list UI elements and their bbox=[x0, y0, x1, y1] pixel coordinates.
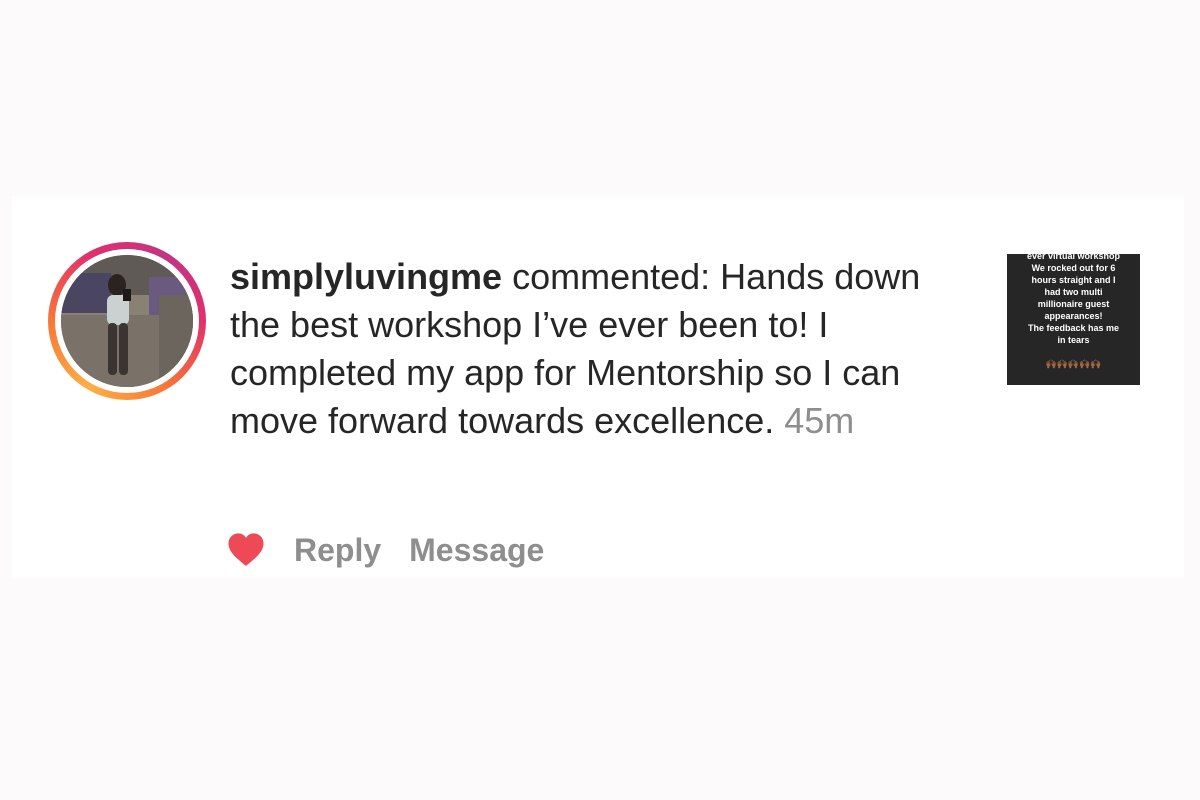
thumbnail-line: ever virtual workshop bbox=[1026, 254, 1121, 261]
raised-hands-emoji: 🙌🏾🙌🏾🙌🏾🙌🏾🙌🏾 bbox=[1045, 359, 1102, 369]
thumbnail-line: in tears bbox=[1057, 335, 1090, 345]
thumbnail-caption: ever virtual workshop We rocked out for … bbox=[1013, 254, 1134, 346]
thumbnail-line: appearances! bbox=[1044, 311, 1103, 321]
story-ring[interactable] bbox=[48, 242, 206, 400]
reply-button[interactable]: Reply bbox=[294, 528, 381, 572]
comment-actions: Reply Message bbox=[226, 528, 544, 572]
username-link[interactable]: simplyluvingme bbox=[230, 256, 502, 297]
avatar[interactable] bbox=[61, 255, 193, 387]
thumbnail-line: millionaire guest bbox=[1037, 299, 1110, 309]
heart-icon[interactable] bbox=[226, 530, 266, 570]
message-button[interactable]: Message bbox=[409, 528, 544, 572]
thumbnail-line: We rocked out for 6 bbox=[1031, 263, 1116, 273]
comment-text: simplyluvingme commented: Hands down the… bbox=[230, 253, 970, 445]
comment-verb: commented: bbox=[502, 256, 721, 297]
thumbnail-line: The feedback has me bbox=[1027, 323, 1120, 333]
post-thumbnail[interactable]: ever virtual workshop We rocked out for … bbox=[1007, 254, 1140, 385]
thumbnail-line: hours straight and I bbox=[1031, 275, 1116, 285]
thumbnail-line: had two multi bbox=[1044, 287, 1103, 297]
avatar-border bbox=[55, 249, 199, 393]
timestamp: 45m bbox=[784, 400, 855, 441]
avatar-photo bbox=[61, 255, 193, 387]
